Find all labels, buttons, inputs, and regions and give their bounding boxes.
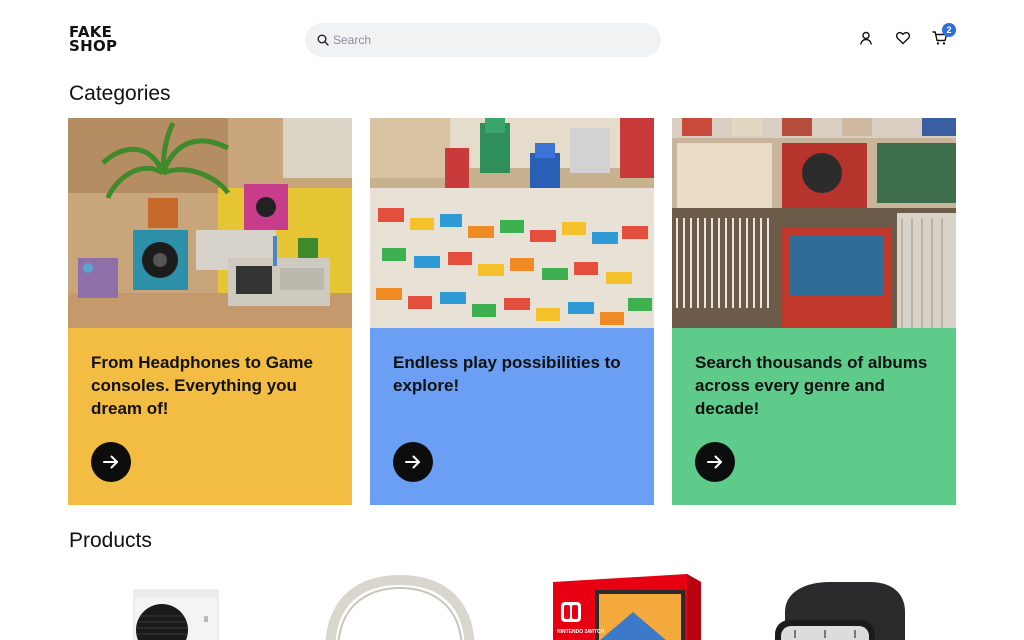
category-card-music[interactable]: Search thousands of albums across every … (672, 118, 956, 505)
toys-photo (370, 118, 654, 328)
product-smartwatch[interactable] (745, 572, 925, 640)
user-icon[interactable] (858, 30, 874, 46)
heart-icon[interactable] (895, 30, 911, 46)
site-header: FAKE SHOP 2 (0, 0, 1024, 80)
search-icon (317, 34, 329, 46)
search-bar[interactable] (305, 23, 661, 57)
product-xbox-console[interactable] (100, 572, 280, 640)
category-arrow-button[interactable] (91, 442, 131, 482)
categories-heading: Categories (69, 82, 171, 105)
nintendo-switch-box-image: NINTENDO SWITCH (553, 574, 701, 640)
category-panel: Endless play possibilities to explore! (370, 328, 654, 505)
headphones-image (325, 574, 475, 640)
records-photo (672, 118, 956, 328)
search-input[interactable] (333, 23, 653, 57)
category-description: From Headphones to Game consoles. Everyt… (91, 353, 313, 418)
logo-line-2: SHOP (69, 37, 118, 55)
cart-count-badge: 2 (942, 23, 956, 37)
product-headphones[interactable] (310, 572, 490, 640)
arrow-right-icon (405, 455, 420, 469)
category-description: Endless play possibilities to explore! (393, 353, 621, 395)
category-card-toys[interactable]: Endless play possibilities to explore! (370, 118, 654, 505)
category-panel: From Headphones to Game consoles. Everyt… (68, 328, 352, 505)
electronics-photo (68, 118, 352, 328)
switch-box-label: NINTENDO SWITCH (557, 629, 605, 635)
category-panel: Search thousands of albums across every … (672, 328, 956, 505)
xbox-console-image (133, 589, 219, 640)
arrow-right-icon (707, 455, 722, 469)
category-arrow-button[interactable] (393, 442, 433, 482)
arrow-right-icon (103, 455, 118, 469)
category-card-electronics[interactable]: From Headphones to Game consoles. Everyt… (68, 118, 352, 505)
product-nintendo-switch[interactable]: NINTENDO SWITCH (537, 572, 717, 640)
products-heading: Products (69, 529, 152, 552)
smartwatch-image (775, 582, 905, 640)
category-arrow-button[interactable] (695, 442, 735, 482)
site-logo[interactable]: FAKE SHOP (69, 25, 118, 55)
category-description: Search thousands of albums across every … (695, 353, 928, 418)
